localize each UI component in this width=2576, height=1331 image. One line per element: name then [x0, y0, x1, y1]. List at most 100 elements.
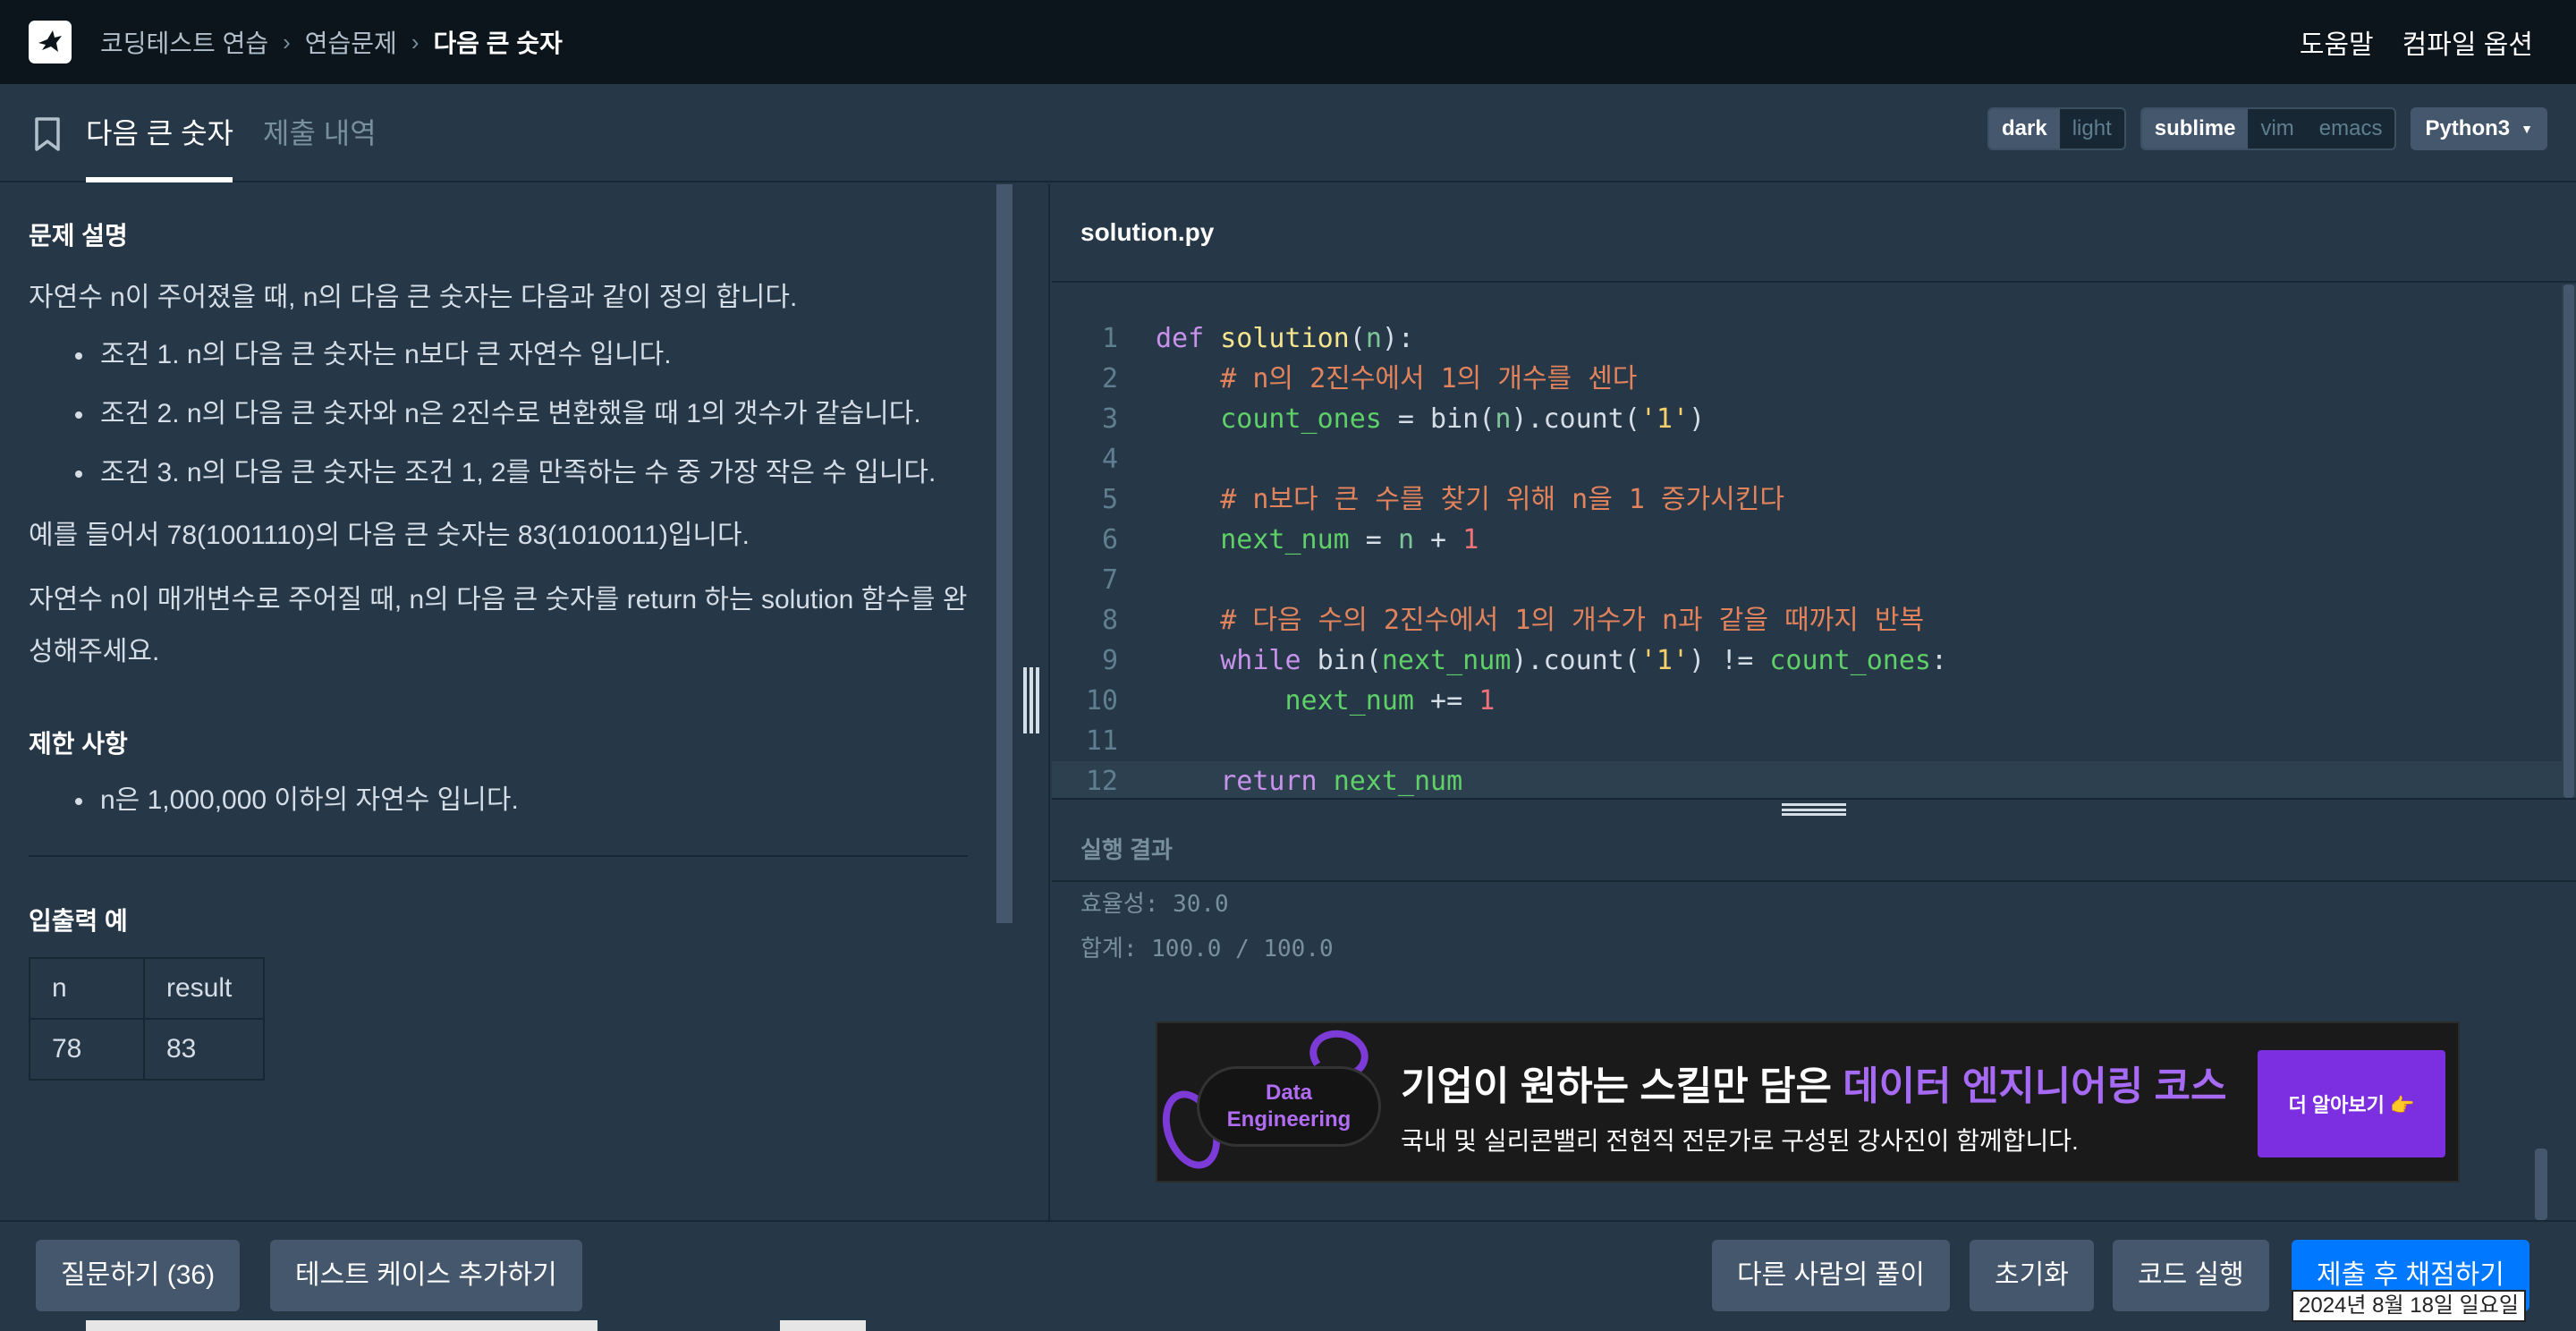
problem-example: 예를 들어서 78(1001110)의 다음 큰 숫자는 83(1010011)… [29, 521, 750, 550]
code-line: 3 count_ones = bin(n).count('1') [1052, 399, 2565, 439]
list-item: 조건 2. n의 다음 큰 숫자와 n은 2진수로 변환했을 때 1의 갯수가 … [29, 392, 968, 437]
table-header-cell: result [143, 957, 265, 1020]
result-heading: 실행 결과 [1052, 818, 2576, 882]
section-heading-io: 입출력 예 [29, 907, 128, 935]
line-number: 8 [1101, 605, 1118, 636]
code-line: 4 [1052, 439, 2565, 479]
code-text: while bin(next_num).count('1') != count_… [1220, 645, 1948, 676]
ask-question-button[interactable]: 질문하기 (36) [36, 1240, 241, 1311]
breadcrumb-item-practice[interactable]: 연습문제 [305, 24, 397, 60]
programmers-logo-icon[interactable] [29, 21, 72, 64]
conditions-list: 조건 1. n의 다음 큰 숫자는 n보다 큰 자연수 입니다. 조건 2. n… [29, 333, 968, 496]
section-divider [29, 855, 968, 857]
line-number: 4 [1101, 444, 1118, 475]
keymap-emacs-option[interactable]: emacs [2307, 109, 2395, 148]
editor-result-splitter[interactable] [1052, 798, 2576, 818]
chevron-right-icon: › [283, 28, 291, 55]
drag-handle-icon[interactable] [1023, 667, 1039, 733]
line-number: 10 [1085, 685, 1118, 716]
code-text: count_ones = bin(n).count('1') [1220, 403, 1706, 435]
line-number: 3 [1101, 403, 1118, 435]
ad-logo: Data Engineering [1197, 1066, 1381, 1147]
line-number: 5 [1101, 484, 1118, 515]
keymap-toggle: sublime vim emacs [2140, 107, 2397, 150]
others-solutions-button[interactable]: 다른 사람의 풀이 [1712, 1240, 1950, 1311]
code-text: next_num += 1 [1284, 685, 1496, 716]
list-item: n은 1,000,000 이하의 자연수 입니다. [29, 778, 968, 823]
breadcrumb-item-current: 다음 큰 숫자 [433, 30, 563, 57]
tab-submissions[interactable]: 제출 내역 [263, 111, 377, 152]
taskbar-strip [86, 1320, 597, 1331]
problem-tab-bar: 다음 큰 숫자 제출 내역 dark light sublime vim ema… [0, 84, 2576, 182]
result-line-total: 합계: 100.0 / 100.0 [1080, 936, 1334, 962]
line-number: 7 [1101, 564, 1118, 596]
code-line: 6 next_num = n + 1 [1052, 520, 2565, 560]
add-testcase-button[interactable]: 테스트 케이스 추가하기 [270, 1240, 582, 1311]
code-line: 11 [1052, 721, 2565, 761]
code-text: return next_num [1220, 766, 1463, 797]
system-date-tooltip: 2024년 8월 18일 일요일 [2292, 1290, 2526, 1322]
language-select-value: Python3 [2425, 116, 2511, 140]
code-text: # n의 2진수에서 1의 개수를 센다 [1156, 363, 1638, 394]
code-line: 10 next_num += 1 [1052, 681, 2565, 721]
section-heading-limits: 제한 사항 [29, 730, 128, 758]
breadcrumb-item-coding-test[interactable]: 코딩테스트 연습 [100, 24, 268, 60]
ad-subtitle: 국내 및 실리콘밸리 전현직 전문가로 구성된 강사진이 함께합니다. [1401, 1127, 2079, 1155]
editor-filename: solution.py [1052, 184, 2576, 283]
caret-down-icon: ▼ [2521, 122, 2533, 136]
ad-logo-text: Data [1265, 1081, 1313, 1105]
io-example-table: n result 78 83 [29, 957, 265, 1081]
code-line: 8 # 다음 수의 2진수에서 1의 개수가 n과 같을 때까지 반복 [1052, 600, 2565, 640]
line-number: 6 [1101, 524, 1118, 555]
line-number: 12 [1085, 766, 1118, 797]
theme-dark-option[interactable]: dark [1989, 109, 2060, 148]
line-number: 9 [1101, 645, 1118, 676]
keymap-sublime-option[interactable]: sublime [2141, 109, 2249, 148]
result-scrollbar[interactable] [2535, 1149, 2547, 1220]
top-navbar: 코딩테스트 연습 › 연습문제 › 다음 큰 숫자 도움말 컴파일 옵션 [0, 0, 2576, 84]
result-line-efficiency: 효율성: 30.0 [1080, 891, 1229, 918]
taskbar-strip [780, 1320, 866, 1331]
code-text: def solution(n): [1156, 323, 1414, 354]
theme-toggle: dark light [1987, 107, 2126, 150]
editor-scrollbar[interactable] [2562, 284, 2576, 798]
code-text: next_num = n + 1 [1220, 524, 1479, 555]
language-select[interactable]: Python3 ▼ [2411, 107, 2547, 150]
problem-description-panel[interactable]: 문제 설명 자연수 n이 주어졌을 때, n의 다음 큰 숫자는 다음과 같이 … [0, 184, 996, 1220]
limits-list: n은 1,000,000 이하의 자연수 입니다. [29, 778, 968, 823]
ad-banner[interactable]: Data Engineering 기업이 원하는 스킬만 담은 데이터 엔지니어… [1156, 1022, 2460, 1183]
code-text: # n보다 큰 수를 찾기 위해 n을 1 증가시킨다 [1156, 484, 1784, 515]
panel-resize-splitter[interactable] [1013, 184, 1050, 1220]
code-line: 9 while bin(next_num).count('1') != coun… [1052, 640, 2565, 681]
compile-options-link[interactable]: 컴파일 옵션 [2402, 22, 2533, 62]
tab-problem[interactable]: 다음 큰 숫자 [86, 111, 233, 152]
theme-light-option[interactable]: light [2060, 109, 2124, 148]
code-line: 1 def solution(n): [1052, 318, 2565, 359]
ad-logo-text: Engineering [1226, 1107, 1352, 1132]
bookmark-icon[interactable] [32, 116, 63, 157]
drag-handle-icon[interactable] [1782, 803, 1846, 816]
list-item: 조건 3. n의 다음 큰 숫자는 조건 1, 2를 만족하는 수 중 가장 작… [29, 451, 968, 496]
keymap-vim-option[interactable]: vim [2248, 109, 2306, 148]
table-cell: 83 [143, 1018, 265, 1081]
line-number: 2 [1101, 363, 1118, 394]
problem-task: 자연수 n이 매개변수로 주어질 때, n의 다음 큰 숫자를 return 하… [29, 585, 968, 666]
line-number: 11 [1085, 725, 1118, 757]
table-header-cell: n [29, 957, 145, 1020]
section-heading-description: 문제 설명 [29, 222, 128, 250]
action-bar: 질문하기 (36) 테스트 케이스 추가하기 다른 사람의 풀이 초기화 코드 … [0, 1220, 2576, 1331]
ad-title: 기업이 원하는 스킬만 담은 데이터 엔지니어링 코스 [1401, 1054, 2226, 1111]
run-code-button[interactable]: 코드 실행 [2113, 1240, 2269, 1311]
problem-intro: 자연수 n이 주어졌을 때, n의 다음 큰 숫자는 다음과 같이 정의 합니다… [29, 283, 798, 312]
reset-button[interactable]: 초기화 [1970, 1240, 2094, 1311]
code-line: 2 # n의 2진수에서 1의 개수를 센다 [1052, 359, 2565, 399]
code-editor[interactable]: 1 def solution(n): 2 # n의 2진수에서 1의 개수를 센… [1052, 284, 2576, 798]
ad-title-prefix: 기업이 원하는 스킬만 담은 [1401, 1064, 1843, 1108]
editor-panel: solution.py 1 def solution(n): 2 # n의 2진… [1052, 184, 2576, 1220]
ad-learn-more-button[interactable]: 더 알아보기 👉 [2258, 1050, 2445, 1157]
breadcrumb: 코딩테스트 연습 › 연습문제 › 다음 큰 숫자 [100, 24, 563, 60]
problem-panel-scrollbar[interactable] [996, 184, 1013, 923]
line-number: 1 [1101, 323, 1118, 354]
help-link[interactable]: 도움말 [2300, 22, 2374, 62]
result-output: 효율성: 30.0 합계: 100.0 / 100.0 [1080, 882, 1334, 971]
